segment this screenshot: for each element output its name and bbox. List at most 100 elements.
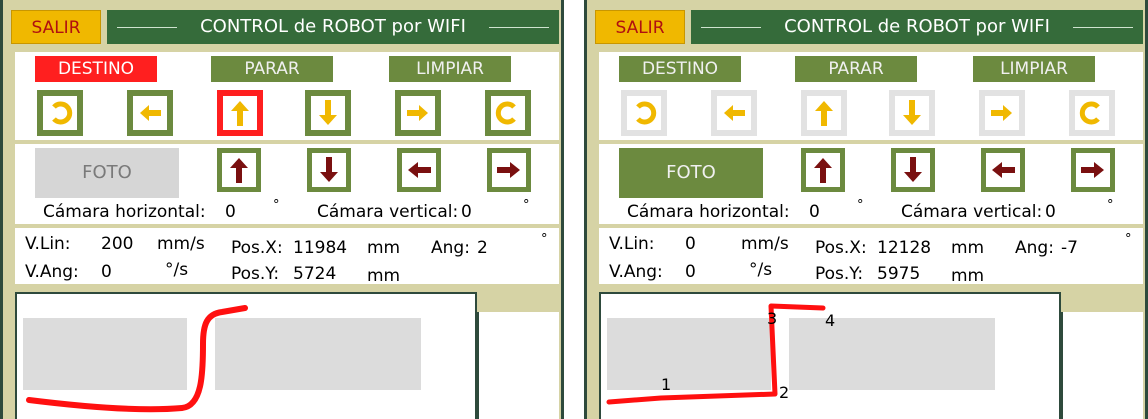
ang-value: -7 <box>1061 238 1078 258</box>
move-left-button[interactable] <box>711 90 757 136</box>
path-map[interactable] <box>15 292 477 419</box>
foto-button[interactable]: FOTO <box>35 148 179 198</box>
camera-vertical-label: Cámara vertical: <box>901 202 1043 222</box>
map-side-panel <box>477 312 559 419</box>
arrow-left-icon <box>724 105 745 121</box>
camera-right-button[interactable] <box>1071 148 1115 192</box>
rotate-left-button[interactable] <box>37 90 83 136</box>
posx-unit: mm <box>951 238 985 258</box>
camera-vertical-degree: ° <box>523 198 530 213</box>
posx-value: 11984 <box>293 238 348 258</box>
arrow-right-icon <box>407 105 428 121</box>
rotate-right-icon <box>1079 101 1100 125</box>
title-bar: CONTROL de ROBOT por WIFI <box>107 10 559 44</box>
obstacle-left <box>23 318 187 390</box>
rotate-left-icon <box>52 101 73 125</box>
title-bar: CONTROL de ROBOT por WIFI <box>691 10 1143 44</box>
camera-up-button[interactable] <box>801 148 845 192</box>
ang-unit: ° <box>541 232 548 247</box>
posy-unit: mm <box>367 266 401 286</box>
move-forward-button[interactable] <box>217 90 263 136</box>
robot-panel-left: SALIR CONTROL de ROBOT por WIFI DESTINO … <box>0 0 564 419</box>
destino-button[interactable]: DESTINO <box>619 56 741 82</box>
vlin-unit: mm/s <box>157 234 205 254</box>
arrow-right-icon <box>991 105 1012 121</box>
vang-label: V.Ang: <box>25 262 79 282</box>
rotate-right-button[interactable] <box>1069 90 1115 136</box>
waypoint-label-2: 2 <box>779 383 789 402</box>
camera-vertical-degree: ° <box>1107 198 1114 213</box>
path-map[interactable]: 1 2 3 4 <box>599 292 1061 419</box>
obstacle-right <box>789 318 995 390</box>
arrow-up-icon <box>815 101 833 126</box>
vang-unit: °/s <box>749 260 773 280</box>
move-forward-button[interactable] <box>801 90 847 136</box>
posx-label: Pos.X: <box>815 238 867 258</box>
move-backward-button[interactable] <box>305 90 351 136</box>
arrow-left-icon <box>408 162 431 178</box>
vlin-label: V.Lin: <box>25 234 71 254</box>
rotate-left-icon <box>636 101 657 125</box>
posy-value: 5975 <box>877 264 921 284</box>
vang-value: 0 <box>685 262 696 282</box>
waypoint-label-4: 4 <box>825 311 835 330</box>
posx-label: Pos.X: <box>231 238 283 258</box>
camera-horizontal-degree: ° <box>857 198 864 213</box>
camera-horizontal-label: Cámara horizontal: <box>627 202 790 222</box>
arrow-right-icon <box>1081 162 1104 178</box>
vang-label: V.Ang: <box>609 262 663 282</box>
waypoint-label-1: 1 <box>661 375 671 394</box>
obstacle-right <box>215 318 421 390</box>
waypoint-label-3: 3 <box>767 309 777 328</box>
ang-label: Ang: <box>431 238 470 258</box>
vang-value: 0 <box>101 262 112 282</box>
vlin-value: 0 <box>685 234 696 254</box>
camera-horizontal-value: 0 <box>225 202 236 222</box>
vlin-unit: mm/s <box>741 234 789 254</box>
camera-left-button[interactable] <box>397 148 441 192</box>
move-left-button[interactable] <box>127 90 173 136</box>
camera-right-button[interactable] <box>487 148 531 192</box>
camera-horizontal-label: Cámara horizontal: <box>43 202 206 222</box>
limpiar-button[interactable]: LIMPIAR <box>389 56 511 82</box>
robot-panel-right: SALIR CONTROL de ROBOT por WIFI DESTINO … <box>584 0 1148 419</box>
arrow-right-icon <box>497 162 520 178</box>
camera-up-button[interactable] <box>217 148 261 192</box>
arrow-up-icon <box>231 101 249 126</box>
foto-button[interactable]: FOTO <box>619 148 763 198</box>
rotate-right-button[interactable] <box>485 90 531 136</box>
rotate-right-icon <box>495 101 516 125</box>
parar-button[interactable]: PARAR <box>795 56 917 82</box>
vlin-label: V.Lin: <box>609 234 655 254</box>
posx-unit: mm <box>367 238 401 258</box>
salir-button[interactable]: SALIR <box>595 10 685 44</box>
camera-horizontal-degree: ° <box>273 198 280 213</box>
move-right-button[interactable] <box>395 90 441 136</box>
camera-horizontal-value: 0 <box>809 202 820 222</box>
rotate-left-button[interactable] <box>621 90 667 136</box>
move-backward-button[interactable] <box>889 90 935 136</box>
salir-button[interactable]: SALIR <box>11 10 101 44</box>
arrow-up-icon <box>814 158 832 183</box>
camera-vertical-label: Cámara vertical: <box>317 202 459 222</box>
arrow-left-icon <box>140 105 161 121</box>
posy-unit: mm <box>951 266 985 286</box>
map-side-panel <box>1061 312 1143 419</box>
arrow-down-icon <box>319 100 337 125</box>
camera-down-button[interactable] <box>891 148 935 192</box>
arrow-up-icon <box>230 158 248 183</box>
parar-button[interactable]: PARAR <box>211 56 333 82</box>
posy-label: Pos.Y: <box>231 264 280 284</box>
vang-unit: °/s <box>165 260 189 280</box>
move-right-button[interactable] <box>979 90 1025 136</box>
camera-left-button[interactable] <box>981 148 1025 192</box>
posx-value: 12128 <box>877 238 932 258</box>
arrow-left-icon <box>992 162 1015 178</box>
posy-value: 5724 <box>293 264 337 284</box>
camera-vertical-value: 0 <box>1045 202 1056 222</box>
camera-down-button[interactable] <box>307 148 351 192</box>
arrow-down-icon <box>320 157 338 182</box>
ang-unit: ° <box>1125 232 1132 247</box>
destino-button[interactable]: DESTINO <box>35 56 157 82</box>
limpiar-button[interactable]: LIMPIAR <box>973 56 1095 82</box>
